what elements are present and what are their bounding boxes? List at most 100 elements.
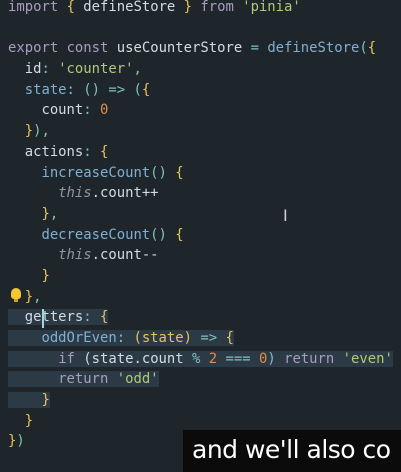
code-token: } xyxy=(24,288,34,305)
code-token: this xyxy=(58,247,92,264)
code-token: : xyxy=(116,330,134,346)
code-token: (state) xyxy=(133,330,192,346)
code-line[interactable]: if (state.count % 2 === 0) return 'even' xyxy=(8,349,393,370)
code-token: count xyxy=(8,102,84,119)
code-line[interactable]: id: 'counter', xyxy=(8,59,393,80)
code-line[interactable]: this.count-- xyxy=(8,245,393,266)
code-token: () xyxy=(150,164,176,181)
code-token: from xyxy=(200,0,234,15)
code-token: export xyxy=(8,40,59,57)
code-line[interactable]: }, xyxy=(8,204,393,225)
code-editor[interactable]: import { defineStore } from 'pinia' expo… xyxy=(8,0,393,452)
code-line[interactable]: } xyxy=(8,266,393,287)
text-cursor xyxy=(42,309,44,328)
code-token: actions xyxy=(8,143,84,160)
i-beam-cursor-icon: I xyxy=(283,206,288,225)
code-line[interactable]: this.count++ xyxy=(8,183,393,204)
code-line-content: count: 0 xyxy=(8,102,108,118)
code-token: : xyxy=(83,309,101,326)
code-token: ), xyxy=(33,123,50,140)
code-token: , xyxy=(49,205,59,222)
code-token: 'even' xyxy=(342,350,393,367)
code-token: } xyxy=(41,392,50,409)
code-line[interactable]: increaseCount() { xyxy=(8,163,393,184)
code-line[interactable]: oddOrEven: (state) => { xyxy=(8,328,393,349)
code-line-content: import { defineStore } from 'pinia' xyxy=(8,0,301,15)
code-token: , xyxy=(33,288,42,305)
code-line-content: increaseCount() { xyxy=(8,164,184,181)
code-token: { xyxy=(100,143,109,160)
code-line[interactable]: export const useCounterStore = defineSto… xyxy=(8,38,393,59)
code-line-content: }), xyxy=(8,123,50,139)
code-line[interactable]: }), xyxy=(8,121,393,142)
code-token: = xyxy=(250,40,259,57)
code-token: { xyxy=(175,164,184,181)
code-token: oddOrEven xyxy=(8,330,117,346)
code-token: ) xyxy=(16,433,25,450)
code-line-content: getters: { xyxy=(8,309,109,326)
code-line-content: } xyxy=(8,392,50,409)
code-token: } xyxy=(183,0,193,15)
code-line-content xyxy=(8,20,16,36)
code-line-content: this.count-- xyxy=(8,247,159,264)
code-line-content: decreaseCount() { xyxy=(8,226,184,243)
code-line-content: state: () => ({ xyxy=(8,82,150,98)
code-token: , xyxy=(133,61,142,78)
code-token: } xyxy=(24,123,34,140)
code-line[interactable]: state: () => ({ xyxy=(8,80,393,101)
code-token: decreaseCount xyxy=(8,226,151,243)
code-line[interactable]: getters: { xyxy=(8,307,393,328)
code-token: } xyxy=(24,412,34,429)
code-line[interactable]: import { defineStore } from 'pinia' xyxy=(8,0,393,18)
code-line[interactable]: }, xyxy=(8,287,393,308)
code-token: { xyxy=(175,226,184,243)
code-line[interactable]: return 'odd' xyxy=(8,369,393,390)
code-token: .count-- xyxy=(91,247,159,264)
code-line-content: id: 'counter', xyxy=(8,61,142,77)
code-line[interactable]: decreaseCount() { xyxy=(8,225,393,246)
code-line[interactable]: count: 0 xyxy=(8,100,393,121)
lightbulb-icon[interactable] xyxy=(11,288,21,302)
code-token: defineStore xyxy=(74,0,184,15)
code-token: getters xyxy=(8,309,84,326)
code-token: : xyxy=(66,81,84,98)
code-token: { xyxy=(100,309,109,326)
code-line-content: }, xyxy=(8,206,58,222)
code-token: (state.count xyxy=(74,350,193,367)
code-line[interactable]: actions: { xyxy=(8,142,393,163)
code-token: 'counter' xyxy=(58,61,134,78)
code-token: { xyxy=(367,40,377,57)
code-token: id xyxy=(8,61,42,78)
code-token: : xyxy=(41,61,59,78)
code-token: return xyxy=(284,350,335,367)
code-line[interactable]: } xyxy=(8,411,393,432)
code-token: } xyxy=(41,267,50,284)
code-token: => xyxy=(192,330,226,346)
code-token: { xyxy=(66,0,75,15)
code-line[interactable] xyxy=(8,18,393,39)
code-token: : xyxy=(83,102,101,119)
code-token: defineStore xyxy=(267,40,360,57)
code-line-content: return 'odd' xyxy=(8,371,159,388)
code-token: useCounterStore xyxy=(108,40,251,57)
code-line[interactable]: } xyxy=(8,390,393,411)
code-token: this xyxy=(58,185,92,202)
code-token: { xyxy=(225,330,234,346)
code-token: { xyxy=(141,81,151,98)
code-token: 'pinia' xyxy=(233,0,301,15)
code-token: } xyxy=(41,205,50,222)
code-line-content: actions: { xyxy=(8,143,109,160)
code-token: === xyxy=(225,350,251,367)
